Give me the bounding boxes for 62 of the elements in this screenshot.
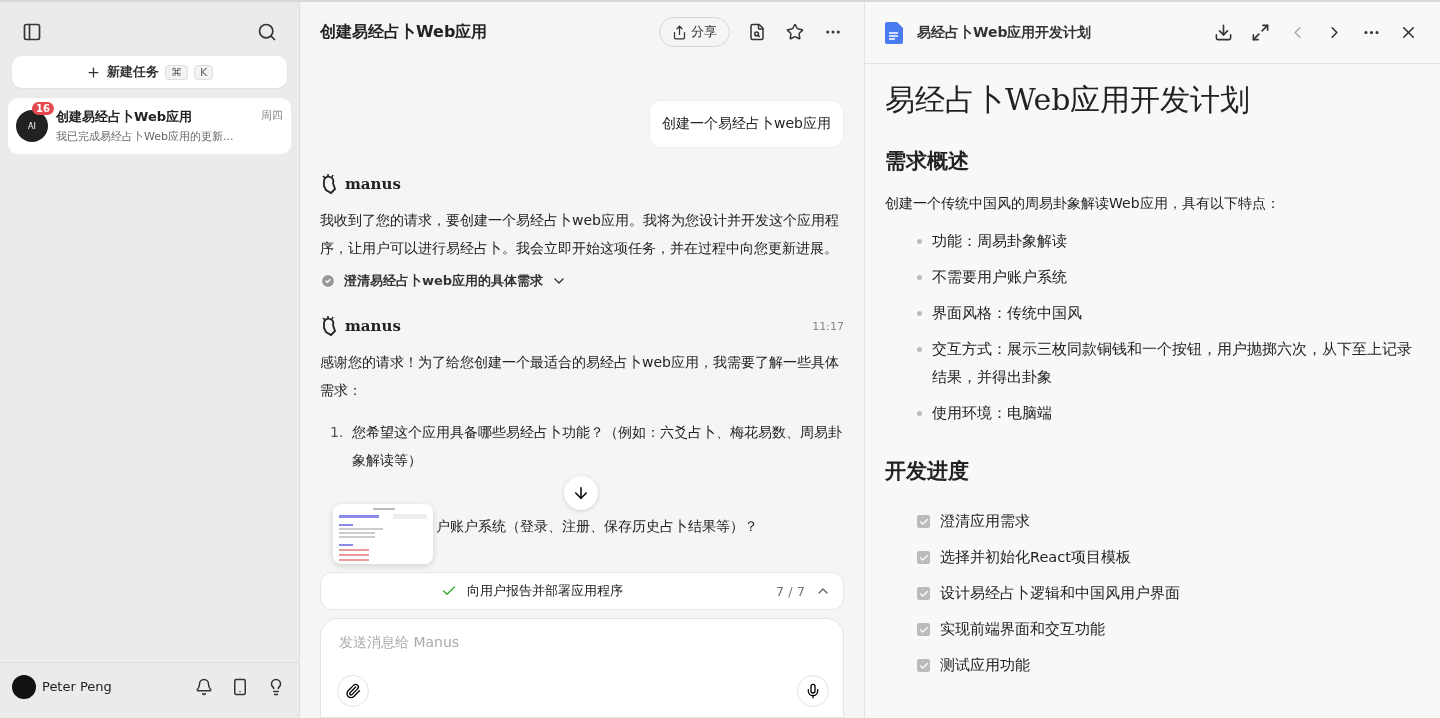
thumbnail-drawing[interactable] <box>333 504 433 564</box>
section-paragraph: 创建一个传统中国风的周易卦象解读Web应用，具有以下特点： <box>885 195 1281 213</box>
task-progress-bar[interactable]: 向用户报告并部署应用程序 7 / 7 <box>320 572 844 610</box>
shortcut-key: K <box>193 64 214 80</box>
task-preview: 我已完成易经占卜Web应用的更新... <box>56 129 235 144</box>
checkbox[interactable] <box>917 659 930 672</box>
sender-name: manus <box>345 317 401 335</box>
bullet-icon <box>917 347 922 352</box>
bullet-icon <box>917 239 922 244</box>
bullet-text: 交互方式：展示三枚同款铜钱和一个按钮，用户抛掷六次，从下至上记录结果，并得出卦象 <box>932 340 1413 387</box>
bullet-text: 界面风格：传统中国风 <box>932 304 1082 323</box>
checkbox[interactable] <box>917 551 930 564</box>
assistant-message: 感谢您的请求！为了给您创建一个最适合的易经占卜web应用，我需要了解一些具体需求： <box>320 353 840 400</box>
section-heading: 需求概述 <box>885 148 970 175</box>
checklist-text: 测试应用功能 <box>940 656 1030 675</box>
progress-label: 向用户报告并部署应用程序 <box>467 582 624 600</box>
task-title: 创建易经占卜Web应用 <box>56 108 192 126</box>
star-icon[interactable] <box>784 21 806 43</box>
checkbox[interactable] <box>917 587 930 600</box>
checkbox[interactable] <box>917 515 930 528</box>
progress-count: 7 / 7 <box>775 583 805 599</box>
user-name: Peter Peng <box>42 679 113 694</box>
document-icon <box>885 21 903 44</box>
checklist-text: 实现前端界面和交互功能 <box>940 620 1105 639</box>
bullet-icon <box>917 275 922 280</box>
chat-title: 创建易经占卜Web应用 <box>320 21 489 43</box>
bullet-text: 功能：周易卦象解读 <box>932 232 1067 251</box>
attach-button[interactable] <box>337 675 369 707</box>
checklist-text: 澄清应用需求 <box>940 512 1030 531</box>
step-item[interactable]: 澄清易经占卜web应用的具体需求 <box>320 272 844 290</box>
arrow-down-icon <box>572 484 590 502</box>
share-icon <box>672 24 687 40</box>
assistant-message: 我收到了您的请求，要创建一个易经占卜web应用。我将为您设计并开发这个应用程序，让用户可以进行易经占卜。我会立即开始这项任务，并在过程中向您更新进展。 <box>320 211 840 258</box>
document-heading: 易经占卜Web应用开发计划 <box>885 81 1252 119</box>
done-icon <box>320 273 336 289</box>
user-avatar[interactable] <box>12 674 36 699</box>
bullet-icon <box>917 411 922 416</box>
microphone-icon <box>805 683 821 699</box>
scroll-down-button[interactable] <box>564 476 598 510</box>
list-text: 户账户系统（登录、注册、保存历史占卜结果等）？ <box>436 517 758 536</box>
checklist-text: 选择并初始化React项目模板 <box>940 548 1131 567</box>
message-time: 11:17 <box>812 319 844 333</box>
task-item[interactable]: AI 16 创建易经占卜Web应用 周四 我已完成易经占卜Web应用的更新... <box>8 98 291 154</box>
new-task-button[interactable]: 新建任务 ⌘ K <box>12 56 287 88</box>
bullet-icon <box>917 311 922 316</box>
paperclip-icon <box>345 683 361 699</box>
plus-icon <box>85 64 101 80</box>
list-number: 1. <box>330 423 345 442</box>
checklist-text: 设计易经占卜逻辑和中国风用户界面 <box>940 584 1180 603</box>
document-title: 易经占卜Web应用开发计划 <box>917 23 1093 42</box>
sender-name: manus <box>345 175 401 193</box>
shortcut-key: ⌘ <box>164 64 188 80</box>
user-message: 创建一个易经占卜web应用 <box>649 100 844 148</box>
task-day: 周四 <box>261 108 283 126</box>
bullet-text: 使用环境：电脑端 <box>932 404 1052 423</box>
section-heading: 开发进度 <box>885 458 970 485</box>
bullet-text: 不需要用户账户系统 <box>932 268 1067 287</box>
checkbox[interactable] <box>917 623 930 636</box>
microphone-button[interactable] <box>797 675 829 707</box>
list-text: 您希望这个应用具备哪些易经占卜功能？（例如：六爻占卜、梅花易数、周易卦象解读等） <box>352 423 843 470</box>
unread-badge: 16 <box>32 102 54 115</box>
message-field[interactable]: 发送消息给 Manus <box>337 633 829 651</box>
